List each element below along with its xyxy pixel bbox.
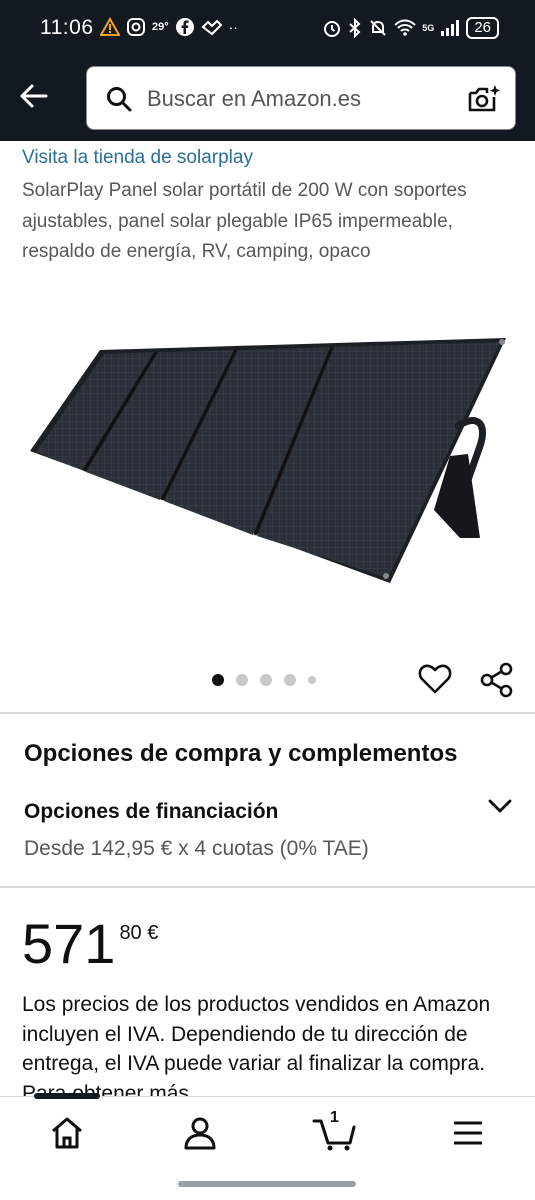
price: 571 80 € bbox=[22, 912, 158, 976]
price-fraction: 80 € bbox=[119, 922, 159, 944]
search-input[interactable] bbox=[147, 82, 447, 116]
financing-detail: Desde 142,95 € x 4 cuotas (0% TAE) bbox=[24, 837, 369, 860]
search-header bbox=[0, 58, 535, 141]
temperature-label: 29° bbox=[152, 21, 169, 33]
back-arrow-icon[interactable] bbox=[16, 78, 52, 114]
account-icon[interactable] bbox=[180, 1113, 220, 1153]
home-icon[interactable] bbox=[47, 1113, 87, 1153]
carousel-dot[interactable] bbox=[308, 676, 316, 684]
share-icon[interactable] bbox=[480, 662, 514, 698]
product-image-solar-panel[interactable] bbox=[20, 330, 515, 600]
cart-count-badge: 1 bbox=[330, 1109, 339, 1126]
chevron-down-icon[interactable] bbox=[486, 796, 514, 816]
status-system-icons: 5G 26 bbox=[322, 17, 499, 39]
status-bar: 11:06 29° ·· 5G 26 bbox=[0, 0, 535, 58]
product-title: SolarPlay Panel solar portátil de 200 W … bbox=[22, 180, 467, 262]
mute-icon bbox=[370, 20, 387, 36]
section-divider bbox=[0, 886, 535, 888]
buying-options-heading: Opciones de compra y complementos bbox=[24, 740, 458, 767]
network-type-label: 5G bbox=[422, 23, 435, 33]
facebook-icon bbox=[175, 18, 194, 36]
app-notification-icon bbox=[201, 19, 223, 36]
section-divider bbox=[0, 712, 535, 714]
active-tab-indicator bbox=[34, 1093, 100, 1099]
menu-icon[interactable] bbox=[448, 1113, 488, 1153]
camera-search-icon[interactable] bbox=[467, 83, 501, 115]
financing-title[interactable]: Opciones de financiación bbox=[24, 800, 278, 824]
wishlist-heart-icon[interactable] bbox=[418, 663, 452, 695]
search-icon[interactable] bbox=[105, 85, 133, 113]
status-notification-icons: 29° ·· bbox=[100, 17, 238, 37]
status-time: 11:06 bbox=[40, 16, 94, 39]
cart-button[interactable]: 1 bbox=[312, 1109, 358, 1153]
carousel-dot[interactable] bbox=[284, 674, 296, 686]
vat-notice: Los precios de los productos vendidos en… bbox=[22, 993, 491, 1098]
battery-indicator: 26 bbox=[466, 17, 499, 39]
carousel-dot[interactable] bbox=[260, 674, 272, 686]
instagram-icon bbox=[127, 18, 145, 36]
more-notifications-icon: ·· bbox=[228, 19, 238, 35]
price-whole: 571 bbox=[22, 912, 116, 975]
bluetooth-icon bbox=[349, 18, 361, 38]
carousel-dot-active[interactable] bbox=[212, 674, 224, 686]
system-home-indicator[interactable] bbox=[178, 1181, 356, 1187]
search-bar[interactable] bbox=[86, 66, 516, 130]
bottom-navigation: 1 bbox=[0, 1093, 535, 1200]
alarm-icon bbox=[324, 21, 341, 37]
store-link[interactable]: Visita la tienda de solarplay bbox=[22, 147, 253, 169]
carousel-dot[interactable] bbox=[236, 674, 248, 686]
signal-icon bbox=[441, 20, 460, 36]
wifi-icon bbox=[394, 19, 417, 36]
warning-icon bbox=[100, 17, 120, 36]
image-carousel-indicator[interactable] bbox=[212, 674, 316, 686]
